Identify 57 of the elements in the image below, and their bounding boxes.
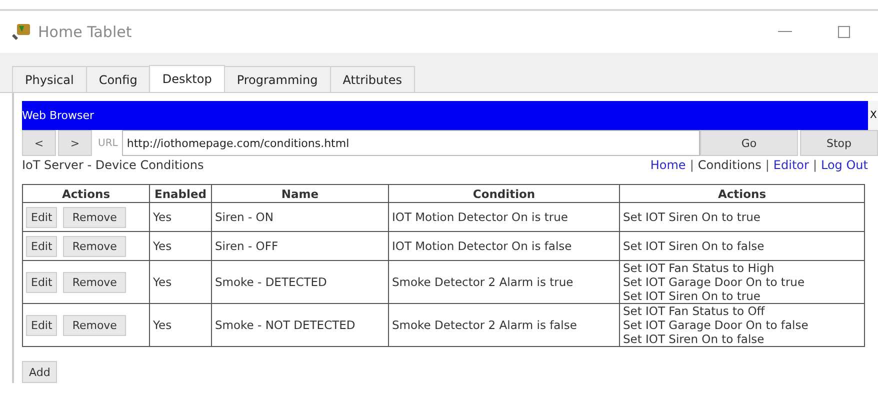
edit-button[interactable]: Edit: [26, 314, 58, 336]
column-header: Name: [212, 184, 388, 202]
go-button[interactable]: Go: [700, 130, 798, 156]
remove-button[interactable]: Remove: [63, 236, 126, 256]
action-text: Set IOT Garage Door On to false: [623, 318, 810, 332]
table-cell: IOT Motion Detector On is false: [388, 232, 620, 260]
stop-button[interactable]: Stop: [800, 130, 878, 156]
tablet-icon: [10, 22, 32, 42]
table-cell: Smoke - NOT DETECTED: [212, 304, 388, 346]
browser-title: Web Browser: [22, 109, 94, 122]
table-cell: Siren - ON: [212, 202, 388, 232]
table-cell: Smoke Detector 2 Alarm is true: [388, 260, 620, 304]
edit-button[interactable]: Edit: [26, 206, 58, 228]
action-text: Set IOT Siren On to true: [623, 289, 762, 303]
action-text: Set IOT Siren On to false: [623, 239, 766, 253]
tab[interactable]: Attributes: [330, 66, 415, 92]
separator: |: [765, 158, 770, 172]
url-label: URL: [98, 138, 118, 148]
table-cell: Smoke - DETECTED: [212, 260, 388, 304]
table-cell: Yes: [150, 304, 212, 346]
table-cell: Smoke Detector 2 Alarm is false: [388, 304, 620, 346]
forward-button[interactable]: >: [58, 130, 92, 156]
remove-button[interactable]: Remove: [63, 272, 126, 292]
minimize-icon[interactable]: [778, 30, 792, 34]
column-header: Actions: [620, 184, 864, 202]
nav-link[interactable]: Conditions: [698, 158, 762, 172]
action-text: Set IOT Siren On to false: [623, 332, 766, 346]
separator: |: [812, 158, 817, 172]
edit-button[interactable]: Edit: [26, 272, 58, 292]
url-field[interactable]: http://iothomepage.com/conditions.html: [122, 130, 700, 156]
page-heading: IoT Server - Device Conditions: [22, 158, 204, 172]
nav-link[interactable]: Editor: [773, 158, 809, 172]
close-button[interactable]: X: [868, 101, 878, 130]
tab[interactable]: Desktop: [149, 65, 225, 92]
remove-button[interactable]: Remove: [63, 206, 126, 228]
back-button[interactable]: <: [22, 130, 56, 156]
table-cell: IOT Motion Detector On is true: [388, 202, 620, 232]
separator: |: [690, 158, 694, 172]
column-header: Enabled: [150, 184, 212, 202]
column-header: Actions: [22, 184, 150, 202]
add-button[interactable]: Add: [22, 361, 58, 383]
table-cell: Yes: [150, 202, 212, 232]
action-text: Set IOT Garage Door On to true: [623, 275, 806, 289]
action-text: Set IOT Fan Status to High: [623, 261, 776, 275]
tab[interactable]: Physical: [12, 66, 87, 92]
table-cell: Siren - OFF: [212, 232, 388, 260]
column-header: Condition: [388, 184, 620, 202]
window-title: Home Tablet: [38, 23, 132, 41]
table-cell: Yes: [150, 260, 212, 304]
edit-button[interactable]: Edit: [26, 236, 58, 256]
nav-link[interactable]: Log Out: [820, 158, 868, 172]
action-text: Set IOT Fan Status to Off: [623, 304, 766, 318]
table-cell: Yes: [150, 232, 212, 260]
remove-button[interactable]: Remove: [63, 314, 126, 336]
maximize-icon[interactable]: [838, 26, 850, 38]
action-text: Set IOT Siren On to true: [623, 210, 762, 224]
nav-link[interactable]: Home: [650, 158, 686, 172]
